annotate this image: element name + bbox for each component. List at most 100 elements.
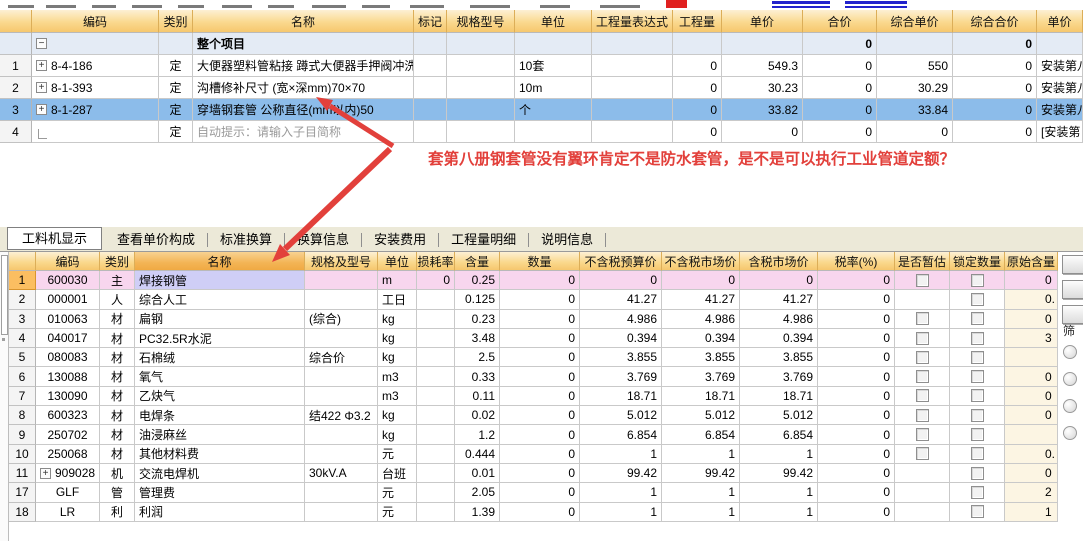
bottom-cell-lock[interactable] bbox=[950, 309, 1005, 329]
lock-checkbox[interactable] bbox=[970, 312, 984, 326]
bottom-cell-tax[interactable]: 41.27 bbox=[740, 290, 818, 310]
bottom-cell-est[interactable] bbox=[895, 271, 950, 291]
top-cell-expr[interactable] bbox=[592, 121, 673, 143]
top-cell-cat[interactable]: 定 bbox=[159, 121, 193, 143]
bottom-cell-budget[interactable]: 1 bbox=[580, 502, 662, 522]
top-col-unit[interactable]: 单位 bbox=[515, 10, 592, 33]
top-cell-price[interactable]: 30.23 bbox=[722, 77, 803, 99]
lock-checkbox[interactable] bbox=[970, 408, 984, 422]
toolbar-link-fragment[interactable] bbox=[772, 6, 830, 8]
bottom-col-budget[interactable]: 不含税预算价 bbox=[580, 252, 662, 271]
vertical-splitter[interactable] bbox=[0, 252, 9, 541]
bottom-cell-orig[interactable]: 0 bbox=[1005, 463, 1058, 484]
bottom-cell-spec[interactable]: 综合价 bbox=[305, 348, 378, 368]
bottom-cell-lock[interactable] bbox=[950, 444, 1005, 464]
bottom-cell-loss[interactable] bbox=[417, 309, 455, 329]
bottom-cell-unit[interactable]: 元 bbox=[378, 483, 417, 503]
bottom-cell-spec[interactable]: 结422 Φ3.2 bbox=[305, 406, 378, 426]
bottom-col-content[interactable]: 含量 bbox=[455, 252, 500, 271]
top-cell-total[interactable]: 0 bbox=[803, 55, 877, 77]
collapse-icon[interactable]: − bbox=[36, 38, 47, 49]
bottom-row[interactable]: 3 010063 材扁钢 (综合) kg 0.23 0 4.986 4.986 4.986 0 0 bbox=[9, 309, 1058, 329]
bottom-cell-code[interactable]: 600323 bbox=[36, 406, 100, 426]
bottom-cell-unit[interactable]: 元 bbox=[378, 502, 417, 522]
bottom-cell-market[interactable]: 18.71 bbox=[662, 386, 740, 407]
bottom-cell-qty[interactable]: 0 bbox=[500, 463, 580, 484]
bottom-cell-tax[interactable]: 3.855 bbox=[740, 348, 818, 368]
top-col-total[interactable]: 合价 bbox=[803, 10, 877, 33]
bottom-cell-est[interactable] bbox=[895, 406, 950, 426]
side-button[interactable] bbox=[1062, 280, 1083, 299]
bottom-cell-loss[interactable] bbox=[417, 290, 455, 310]
bottom-cell-lock[interactable] bbox=[950, 463, 1005, 484]
bottom-cell-name[interactable]: 石棉绒 bbox=[135, 348, 305, 368]
lock-checkbox[interactable] bbox=[970, 389, 984, 403]
bottom-cell-num[interactable]: 4 bbox=[9, 328, 36, 349]
bottom-cell-cat[interactable]: 材 bbox=[100, 367, 135, 387]
bottom-cell-orig[interactable]: 0. bbox=[1005, 290, 1058, 310]
toolbar-link-fragment[interactable] bbox=[772, 1, 830, 4]
bottom-cell-rate[interactable]: 0 bbox=[818, 348, 895, 368]
bottom-cell-content[interactable]: 2.5 bbox=[455, 348, 500, 368]
tab-5[interactable]: 安装费用 bbox=[363, 230, 437, 250]
bottom-cell-budget[interactable]: 1 bbox=[580, 444, 662, 464]
bottom-cell-lock[interactable] bbox=[950, 502, 1005, 522]
bottom-cell-code[interactable]: 130088 bbox=[36, 367, 100, 387]
bottom-cell-name[interactable]: 电焊条 bbox=[135, 406, 305, 426]
bottom-cell-num[interactable]: 1 bbox=[9, 271, 36, 291]
bottom-row[interactable]: 1 600030 主焊接钢管 m 0 0.25 0 0 0 0 0 0 bbox=[9, 271, 1058, 291]
bottom-cell-name[interactable]: 氧气 bbox=[135, 367, 305, 387]
bottom-cell-cat[interactable]: 材 bbox=[100, 348, 135, 368]
top-cell-mark[interactable] bbox=[414, 99, 447, 121]
expand-icon[interactable]: + bbox=[40, 467, 51, 479]
top-cell-cat[interactable]: 定 bbox=[159, 99, 193, 121]
bottom-cell-loss[interactable] bbox=[417, 483, 455, 503]
top-cell-price[interactable]: 549.3 bbox=[722, 55, 803, 77]
bottom-cell-rate[interactable]: 0 bbox=[818, 309, 895, 329]
bottom-cell-rate[interactable]: 0 bbox=[818, 386, 895, 407]
toolbar-link-fragment[interactable] bbox=[845, 1, 907, 4]
bottom-cell-content[interactable]: 0.11 bbox=[455, 386, 500, 407]
bottom-cell-est[interactable] bbox=[895, 367, 950, 387]
top-col-spec[interactable]: 规格型号 bbox=[447, 10, 515, 33]
lock-checkbox[interactable] bbox=[970, 466, 984, 480]
tab-4[interactable]: 换算信息 bbox=[286, 230, 360, 250]
bottom-cell-qty[interactable]: 0 bbox=[500, 290, 580, 310]
top-cell-name[interactable]: 自动提示：请输入子目简称 bbox=[193, 121, 414, 143]
top-cell-cat[interactable]: 定 bbox=[159, 55, 193, 77]
toolbar-red-icon[interactable] bbox=[666, 0, 687, 8]
bottom-cell-content[interactable]: 0.444 bbox=[455, 444, 500, 464]
top-cell-qty[interactable]: 0 bbox=[673, 99, 722, 121]
bottom-cell-orig[interactable] bbox=[1005, 425, 1058, 445]
bottom-cell-est[interactable] bbox=[895, 444, 950, 464]
top-col-num[interactable] bbox=[0, 10, 32, 33]
bottom-cell-market[interactable]: 3.855 bbox=[662, 348, 740, 368]
top-cell-name[interactable]: 穿墙钢套管 公称直径(mm以内)50 bbox=[193, 99, 414, 121]
bottom-cell-cat[interactable]: 材 bbox=[100, 425, 135, 445]
top-cell-file[interactable]: 安装第八 bbox=[1037, 77, 1083, 99]
bottom-cell-budget[interactable]: 6.854 bbox=[580, 425, 662, 445]
top-cell-total[interactable]: 0 bbox=[803, 121, 877, 143]
bottom-cell-tax[interactable]: 0.394 bbox=[740, 328, 818, 349]
est-checkbox[interactable] bbox=[915, 331, 929, 345]
bottom-cell-unit[interactable]: 元 bbox=[378, 444, 417, 464]
bottom-cell-unit[interactable]: 台班 bbox=[378, 463, 417, 484]
splitter-thumb[interactable] bbox=[1, 255, 8, 335]
bottom-col-est[interactable]: 是否暂估 bbox=[895, 252, 950, 271]
bottom-cell-num[interactable]: 18 bbox=[9, 502, 36, 522]
bottom-cell-cat[interactable]: 主 bbox=[100, 271, 135, 291]
bottom-cell-loss[interactable] bbox=[417, 463, 455, 484]
top-cell-code[interactable]: +8-1-287 bbox=[32, 99, 159, 121]
toolbar-link-fragment[interactable] bbox=[845, 6, 907, 8]
top-cell-code[interactable] bbox=[32, 121, 159, 143]
bottom-row[interactable]: 18 LR 利利润元 1.39 0 1 1 1 0 1 bbox=[9, 502, 1058, 522]
top-cell-comp_total[interactable]: 0 bbox=[953, 121, 1037, 143]
bottom-cell-rate[interactable]: 0 bbox=[818, 502, 895, 522]
bottom-row[interactable]: 11 +909028 机交流电焊机 30kV.A 台班 0.01 0 99.42 99.42 99… bbox=[9, 463, 1058, 484]
top-cell-unit[interactable]: 个 bbox=[515, 99, 592, 121]
bottom-cell-rate[interactable]: 0 bbox=[818, 425, 895, 445]
bottom-cell-name[interactable]: 焊接钢管 bbox=[135, 271, 305, 291]
bottom-cell-lock[interactable] bbox=[950, 406, 1005, 426]
bottom-cell-content[interactable]: 0.02 bbox=[455, 406, 500, 426]
top-cell-total[interactable]: 0 bbox=[803, 77, 877, 99]
